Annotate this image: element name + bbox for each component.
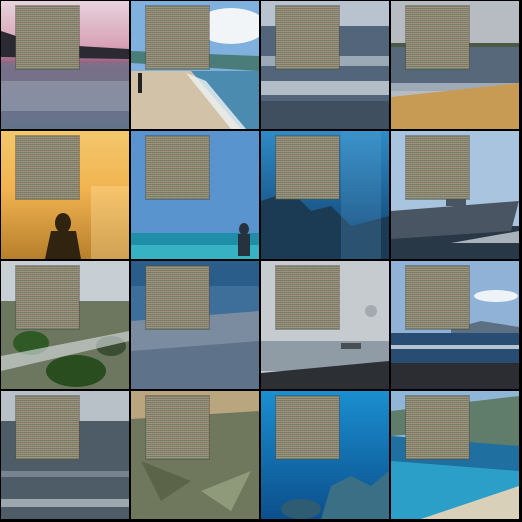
tile-16-turquoise-bay: [391, 391, 519, 519]
tile-7-mosaic-patch: [276, 136, 339, 199]
tile-6-blue-sea-person: [131, 131, 259, 259]
tile-11-mosaic-patch: [276, 266, 339, 329]
tile-1-pink-sunset-lake: [1, 1, 129, 129]
tile-8-navy-warship: [391, 131, 519, 259]
tile-12-mosaic-patch: [406, 266, 469, 329]
tile-3-mosaic-patch: [276, 6, 339, 69]
tile-5-mosaic-patch: [16, 136, 79, 199]
tile-5-golden-sunset-silhouette: [1, 131, 129, 259]
tile-16-mosaic-patch: [406, 396, 469, 459]
tile-8-mosaic-patch: [406, 136, 469, 199]
tile-11-hazy-harbor: [261, 261, 389, 389]
tile-13-mosaic-patch: [16, 396, 79, 459]
tile-6-mosaic-patch: [146, 136, 209, 199]
tile-15-mosaic-patch: [276, 396, 339, 459]
tile-15-underwater-coral-blue: [261, 391, 389, 519]
image-grid: [0, 0, 522, 522]
tile-10-underwater-seabed: [131, 261, 259, 389]
tile-10-mosaic-patch: [146, 266, 209, 329]
tile-4-mosaic-patch: [406, 6, 469, 69]
tile-2-mosaic-patch: [146, 6, 209, 69]
tile-2-pebble-beach-waves: [131, 1, 259, 129]
tile-14-mosaic-patch: [146, 396, 209, 459]
tile-3-grey-sea-surf: [261, 1, 389, 129]
tile-9-mosaic-patch: [16, 266, 79, 329]
tile-12-coast-blue-sky: [391, 261, 519, 389]
tile-4-sandy-beach-dusk: [391, 1, 519, 129]
tile-1-mosaic-patch: [16, 6, 79, 69]
tile-7-underwater-reef-dark: [261, 131, 389, 259]
tile-13-calm-grey-sea: [1, 391, 129, 519]
tile-9-mossy-rocks-stream: [1, 261, 129, 389]
tile-14-shallow-seaweed: [131, 391, 259, 519]
